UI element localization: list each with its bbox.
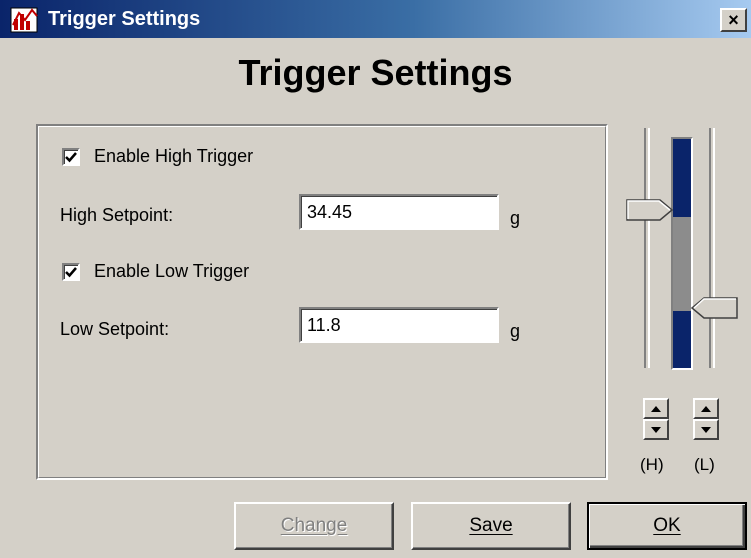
trigger-group-box [36, 124, 608, 480]
spin-up-icon [701, 405, 711, 412]
low-slider-track[interactable] [709, 128, 715, 368]
low-setpoint-input[interactable] [299, 307, 499, 343]
close-button[interactable]: × [720, 8, 747, 32]
low-setpoint-label: Low Setpoint: [60, 319, 170, 339]
ok-button[interactable]: OK [587, 502, 747, 550]
low-setpoint-unit: g [510, 321, 521, 341]
spin-up-icon [651, 405, 661, 412]
high-slider-label: (H) [640, 455, 664, 474]
window-title: Trigger Settings [48, 8, 201, 30]
enable-low-trigger-label: Enable Low Trigger [94, 261, 250, 281]
low-spin-buttons [693, 398, 719, 440]
low-spin-up-button[interactable] [693, 398, 719, 419]
page-title: Trigger Settings [238, 52, 513, 93]
high-trigger-checkbox-box[interactable] [62, 147, 80, 166]
high-setpoint-input[interactable] [299, 194, 499, 230]
spin-down-icon [651, 426, 661, 433]
save-button[interactable]: Save [411, 502, 571, 550]
change-button[interactable]: Change [234, 502, 394, 550]
app-chart-icon [10, 7, 38, 33]
check-icon [65, 266, 77, 277]
low-spin-down-button[interactable] [693, 419, 719, 440]
high-setpoint-label: High Setpoint: [60, 205, 174, 225]
close-icon: × [728, 10, 739, 30]
enable-high-trigger-checkbox[interactable]: Enable High Trigger [62, 146, 253, 167]
trigger-range-bar [671, 137, 693, 370]
between-range-fill [673, 217, 691, 311]
high-range-fill [673, 139, 691, 217]
high-spin-up-button[interactable] [643, 398, 669, 419]
enable-low-trigger-checkbox[interactable]: Enable Low Trigger [62, 261, 249, 282]
check-icon [65, 151, 77, 162]
save-button-label: Save [469, 515, 513, 536]
ok-button-label: OK [653, 515, 681, 536]
low-range-fill [673, 311, 691, 368]
low-slider-label: (L) [694, 455, 715, 474]
low-slider-thumb[interactable] [690, 297, 738, 319]
high-spin-down-button[interactable] [643, 419, 669, 440]
high-spin-buttons [643, 398, 669, 440]
high-setpoint-unit: g [510, 208, 521, 228]
change-button-label: Change [280, 515, 348, 536]
title-bar: Trigger Settings × [0, 0, 751, 38]
enable-high-trigger-label: Enable High Trigger [94, 146, 254, 166]
low-trigger-checkbox-box[interactable] [62, 262, 80, 281]
high-slider-track[interactable] [644, 128, 650, 368]
spin-down-icon [701, 426, 711, 433]
high-slider-thumb[interactable] [626, 199, 674, 221]
